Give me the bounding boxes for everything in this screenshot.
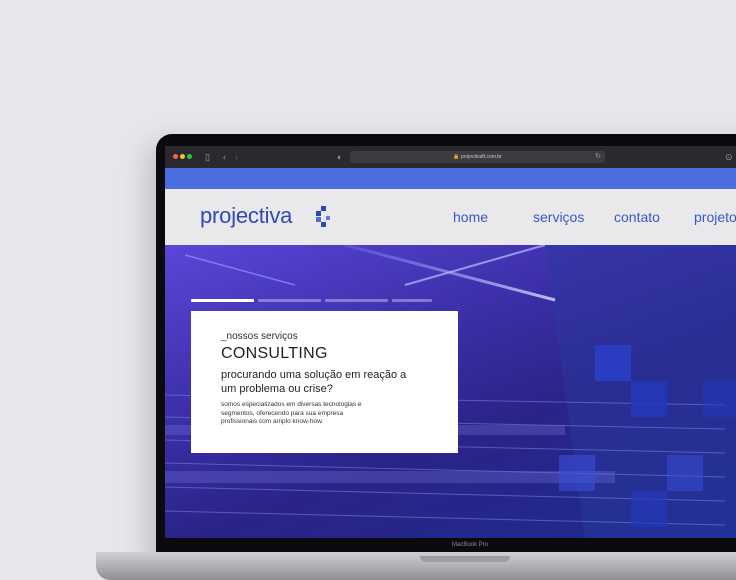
sidebar-icon[interactable]: ▯	[205, 151, 210, 163]
extensions-icon[interactable]: ⊙	[725, 151, 733, 163]
minimize-window-button[interactable]	[180, 154, 185, 159]
browser-toolbar: ▯ ‹ › ◐ 🔒 projectivaft.com.br ↻ ⊙	[165, 146, 736, 168]
reload-icon[interactable]: ↻	[595, 151, 601, 163]
address-bar[interactable]: 🔒 projectivaft.com.br ↻	[350, 151, 605, 163]
nav-home[interactable]: home	[453, 209, 488, 225]
slide-indicator-1[interactable]	[191, 299, 254, 302]
card-question: procurando uma solução em reação a um pr…	[221, 369, 407, 395]
site-logo[interactable]: projectiva	[200, 203, 292, 229]
device-label: MacBook Pro	[451, 542, 488, 548]
url-text: projectivaft.com.br	[460, 154, 502, 160]
lock-icon: 🔒	[453, 154, 460, 160]
site-navbar: projectiva home serviços contato projeto…	[165, 189, 736, 245]
card-description: somos especializados em diversas tecnolo…	[221, 401, 362, 425]
close-window-button[interactable]	[173, 154, 178, 159]
back-icon[interactable]: ‹	[223, 151, 226, 163]
logo-mark-icon	[316, 206, 330, 227]
hero-banner: _nossos serviços CONSULTING procurando u…	[165, 245, 736, 538]
slide-indicator-4[interactable]	[392, 299, 432, 302]
slide-indicator-3[interactable]	[325, 299, 388, 302]
slide-indicators	[191, 299, 432, 303]
card-title: CONSULTING	[221, 345, 328, 362]
laptop-base-notch	[420, 556, 510, 562]
slide-indicator-2[interactable]	[258, 299, 321, 302]
laptop-screen: ▯ ‹ › ◐ 🔒 projectivaft.com.br ↻ ⊙ projec…	[165, 146, 736, 538]
nav-services[interactable]: serviços	[533, 209, 584, 225]
top-accent-strip	[165, 168, 736, 189]
nav-contact[interactable]: contato	[614, 209, 660, 225]
shield-icon: ◐	[337, 152, 343, 162]
service-card: _nossos serviços CONSULTING procurando u…	[191, 311, 458, 453]
laptop-base	[96, 552, 736, 580]
maximize-window-button[interactable]	[187, 154, 192, 159]
card-eyebrow: _nossos serviços	[221, 331, 298, 342]
forward-icon[interactable]: ›	[235, 151, 238, 163]
nav-projects[interactable]: projetos	[694, 209, 736, 225]
